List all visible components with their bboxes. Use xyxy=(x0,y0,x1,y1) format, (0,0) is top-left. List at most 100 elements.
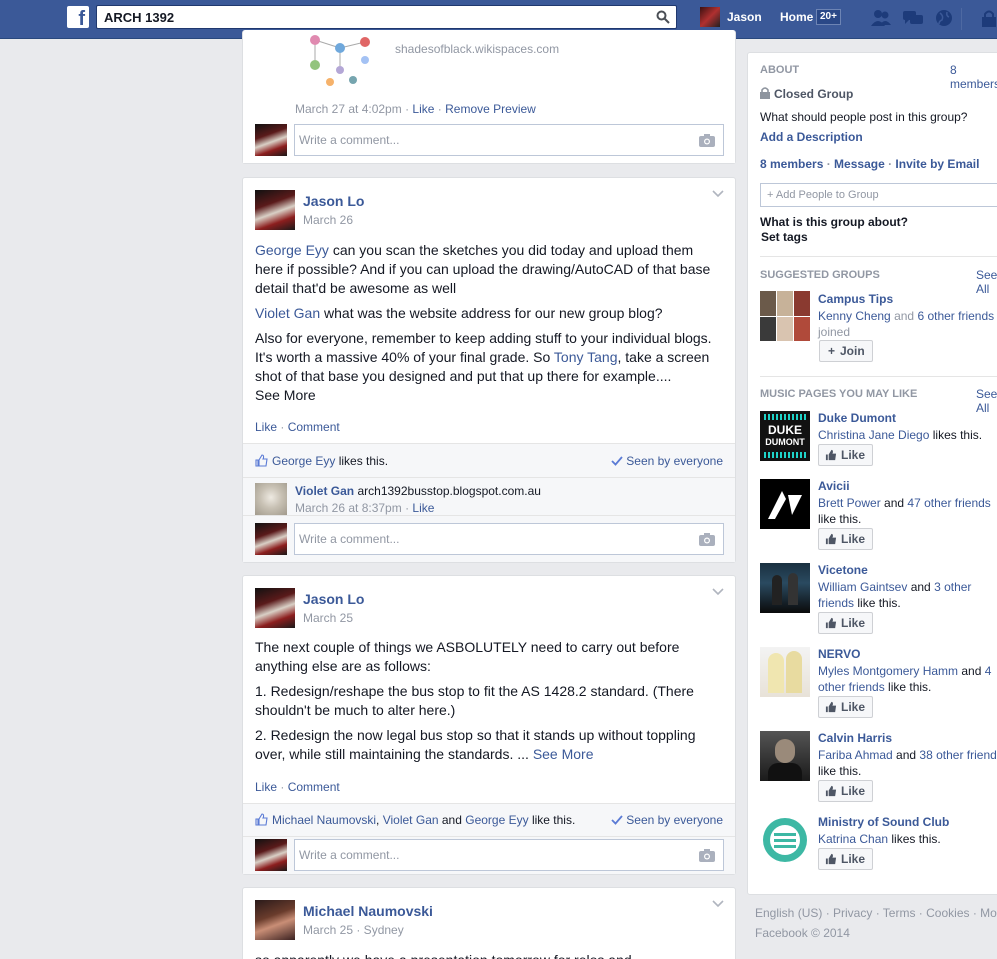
messages-icon[interactable] xyxy=(902,8,924,28)
avicii-logo[interactable] xyxy=(760,479,810,529)
like-page-button[interactable]: Like xyxy=(818,528,874,550)
group-thumbnail[interactable] xyxy=(760,291,810,341)
liker-link[interactable]: Michael Naumovski xyxy=(272,813,376,827)
duke-dumont-logo[interactable]: DUKE DUMONT xyxy=(760,411,810,461)
commenter-name[interactable]: Violet Gan xyxy=(295,484,354,498)
music-page-name[interactable]: Avicii xyxy=(818,479,850,493)
nervo-photo[interactable] xyxy=(760,647,810,697)
chevron-down-icon[interactable] xyxy=(712,190,724,198)
see-more-link[interactable]: See More xyxy=(533,746,594,762)
friend-link[interactable]: Fariba Ahmad xyxy=(818,748,893,762)
author-avatar[interactable] xyxy=(255,190,295,230)
post-date[interactable]: March 25 · Sydney xyxy=(303,923,404,937)
comment-link[interactable]: Comment xyxy=(288,780,340,794)
profile-avatar[interactable] xyxy=(700,7,720,27)
seen-by-status[interactable]: Seen by everyone xyxy=(611,813,723,827)
author-avatar[interactable] xyxy=(255,588,295,628)
join-group-button[interactable]: + Join xyxy=(819,340,873,362)
author-name[interactable]: Jason Lo xyxy=(303,591,364,607)
friends-link[interactable]: 6 other friends xyxy=(917,309,994,323)
friend-requests-icon[interactable] xyxy=(870,8,892,28)
post-date[interactable]: March 25 xyxy=(303,611,353,625)
music-page-name[interactable]: Vicetone xyxy=(818,563,868,577)
notifications-globe-icon[interactable] xyxy=(933,8,955,28)
liker-link[interactable]: Violet Gan xyxy=(383,813,439,827)
author-name[interactable]: Jason Lo xyxy=(303,193,364,209)
like-page-button[interactable]: Like xyxy=(818,848,874,870)
chevron-down-icon[interactable] xyxy=(712,900,724,908)
remove-preview-link[interactable]: Remove Preview xyxy=(445,102,536,116)
friend-link[interactable]: Brett Power xyxy=(818,496,881,510)
like-page-button[interactable]: Like xyxy=(818,696,874,718)
camera-icon[interactable] xyxy=(699,849,715,862)
music-page-friends: Myles Montgomery Hamm and 4 other friend… xyxy=(818,663,997,695)
seen-by-status[interactable]: Seen by everyone xyxy=(611,454,723,468)
music-page-name[interactable]: Duke Dumont xyxy=(818,411,896,425)
music-page-name[interactable]: Ministry of Sound Club xyxy=(818,815,949,829)
music-page-name[interactable]: NERVO xyxy=(818,647,860,661)
comment-input[interactable]: Write a comment... xyxy=(294,839,724,871)
vicetone-photo[interactable] xyxy=(760,563,810,613)
search-icon[interactable] xyxy=(656,10,670,24)
commenter-avatar[interactable] xyxy=(255,483,287,515)
profile-name-link[interactable]: Jason xyxy=(727,10,762,24)
see-all-link[interactable]: See All xyxy=(976,268,997,296)
facebook-logo-icon[interactable]: f xyxy=(67,6,89,28)
camera-icon[interactable] xyxy=(699,533,715,546)
commenter-avatar[interactable] xyxy=(255,523,287,555)
music-page-name[interactable]: Calvin Harris xyxy=(818,731,892,745)
mention-link[interactable]: Tony Tang xyxy=(554,349,618,365)
seen-text: Seen by everyone xyxy=(626,454,723,468)
music-page-item: Ministry of Sound Club Katrina Chan like… xyxy=(748,815,997,883)
like-page-button[interactable]: Like xyxy=(818,612,874,634)
liker-link[interactable]: George Eyy xyxy=(465,813,528,827)
calvin-harris-photo[interactable] xyxy=(760,731,810,781)
liker-link[interactable]: George Eyy xyxy=(272,454,335,468)
comment-like-link[interactable]: Like xyxy=(412,501,434,515)
commenter-avatar[interactable] xyxy=(255,839,287,871)
message-link[interactable]: Message xyxy=(834,157,885,171)
add-description-link[interactable]: Add a Description xyxy=(760,130,863,144)
like-link[interactable]: Like xyxy=(255,780,277,794)
friend-link[interactable]: Katrina Chan xyxy=(818,832,888,846)
friend-link[interactable]: Myles Montgomery Hamm xyxy=(818,664,958,678)
author-name[interactable]: Michael Naumovski xyxy=(303,903,433,919)
comment-link[interactable]: Comment xyxy=(288,420,340,434)
invite-email-link[interactable]: Invite by Email xyxy=(895,157,979,171)
friend-link[interactable]: Kenny Cheng xyxy=(818,309,891,323)
friend-link[interactable]: William Gaintsev xyxy=(818,580,907,594)
like-page-button[interactable]: Like xyxy=(818,780,874,802)
link-preview-domain[interactable]: shadesofblack.wikispaces.com xyxy=(395,42,559,56)
members-count-link[interactable]: 8 members xyxy=(950,63,997,91)
comment-date[interactable]: March 26 at 8:37pm xyxy=(295,501,402,515)
link-preview-thumbnail[interactable] xyxy=(295,30,385,90)
add-people-input[interactable]: + Add People to Group xyxy=(760,183,997,207)
post-date[interactable]: March 27 at 4:02pm xyxy=(295,102,402,116)
chevron-down-icon[interactable] xyxy=(712,588,724,596)
comment-input[interactable]: Write a comment... xyxy=(294,124,724,156)
privacy-lock-icon[interactable] xyxy=(978,8,997,28)
set-tags-link[interactable]: Set tags xyxy=(761,230,808,244)
like-link[interactable]: Like xyxy=(412,102,434,116)
see-more-link[interactable]: See More xyxy=(255,386,316,405)
members-link[interactable]: 8 members xyxy=(760,157,823,171)
group-name-link[interactable]: Campus Tips xyxy=(818,292,893,306)
mention-link[interactable]: George Eyy xyxy=(255,242,329,258)
commenter-avatar[interactable] xyxy=(255,124,287,156)
search-input[interactable] xyxy=(97,6,637,28)
author-avatar[interactable] xyxy=(255,900,295,940)
post-date[interactable]: March 26 xyxy=(303,213,353,227)
home-link[interactable]: Home xyxy=(780,10,813,24)
friend-link[interactable]: Christina Jane Diego xyxy=(818,428,929,442)
search-bar[interactable] xyxy=(96,5,677,29)
comment-input[interactable]: Write a comment... xyxy=(294,523,724,555)
friends-link[interactable]: 38 other friends xyxy=(919,748,997,762)
ministry-of-sound-logo[interactable] xyxy=(760,815,810,865)
camera-icon[interactable] xyxy=(699,134,715,147)
friends-link[interactable]: 47 other friends xyxy=(907,496,990,510)
like-link[interactable]: Like xyxy=(255,420,277,434)
like-page-button[interactable]: Like xyxy=(818,444,874,466)
likes-suffix: likes this. xyxy=(335,454,389,468)
mention-link[interactable]: Violet Gan xyxy=(255,305,320,321)
footer-links[interactable]: English (US) · Privacy · Terms · Cookies… xyxy=(755,906,997,920)
